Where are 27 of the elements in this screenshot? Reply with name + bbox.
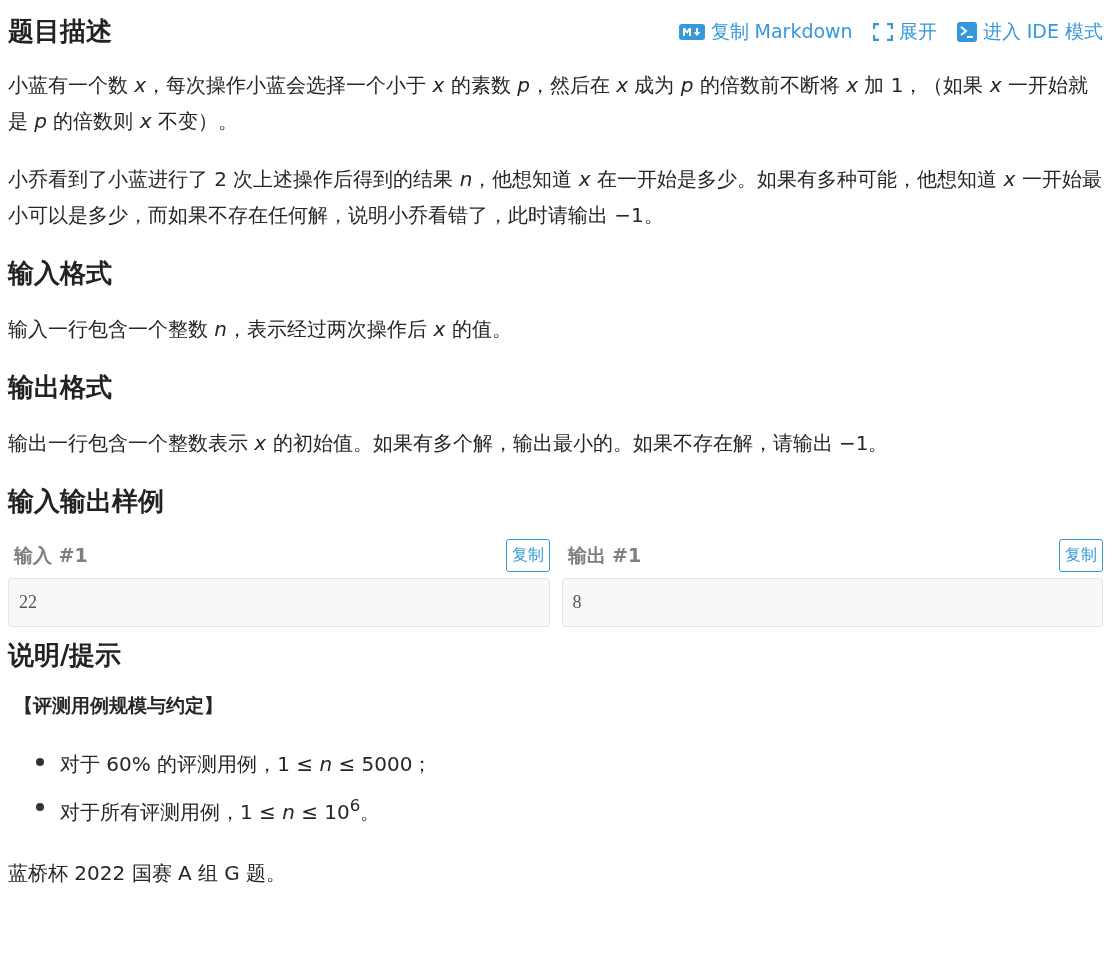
markdown-link[interactable]: 复制 Markdown — [678, 18, 853, 45]
section-heading: 说明/提示 — [8, 639, 123, 672]
bullet-icon — [36, 758, 44, 766]
paragraph: 输出一行包含一个整数表示 x 的初始值。如果有多个解，输出最小的。如果不存在解，请输出 −1。 — [8, 430, 890, 457]
sample-code: 8 — [561, 578, 1103, 627]
sample-label: 输出 #1 — [566, 542, 642, 568]
section-title: 题目描述 — [8, 15, 112, 48]
sample-code: 22 — [8, 578, 550, 627]
paragraph: 输入一行包含一个整数 n，表示经过两次操作后 x 的值。 — [8, 316, 513, 343]
section-heading: 输出格式 — [8, 371, 113, 404]
paragraph: 小蓝有一个数 x，每次操作小蓝会选择一个小于 x 的素数 p，然后在 x 成为 p 的倍数前不断将 x 加 1，（如果 x 一开始就是 p 的倍数则 x 不变）。 — [8, 72, 1089, 135]
paragraph: 蓝桥杯 2022 国赛 A 组 G 题。 — [8, 859, 288, 887]
section-heading: 输入输出样例 — [8, 485, 165, 518]
expand-link[interactable]: 展开 — [872, 18, 937, 45]
markdown-icon — [678, 23, 705, 40]
subheading: 【评测用例规模与约定】 — [14, 693, 224, 718]
copy-button[interactable]: 复制 — [1059, 539, 1103, 572]
list-item: 对于所有评测用例，1 ≤ n ≤ 10$^{6}$。 — [60, 795, 381, 826]
sample-label: 输入 #1 — [12, 542, 88, 568]
copy-button[interactable]: 复制 — [505, 539, 550, 572]
section-heading: 输入格式 — [8, 257, 113, 290]
terminal-icon — [956, 21, 977, 42]
bullet-icon — [36, 802, 44, 811]
paragraph: 小乔看到了小蓝进行了 2 次上述操作后得到的结果 n，他想知道 x 在一开始是多少。如果有多种可能，他想知道 x 一开始最小可以是多少，而如果不存在任何解，说明小乔看错了，此时请输出 −1。 — [8, 166, 1103, 229]
expand-icon — [872, 22, 893, 41]
list-item: 对于 60% 的评测用例，1 ≤ n ≤ 5000； — [60, 751, 433, 778]
ide-link[interactable]: 进入 IDE 模式 — [956, 18, 1103, 45]
